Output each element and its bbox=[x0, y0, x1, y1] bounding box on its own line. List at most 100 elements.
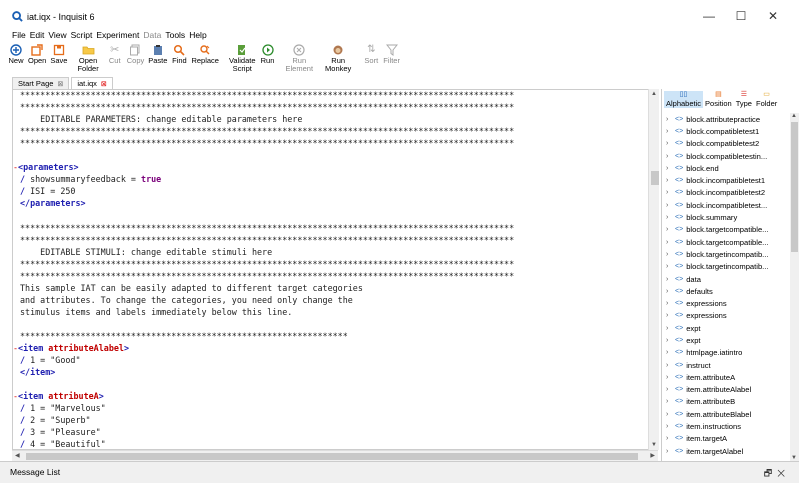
code-line[interactable]: ****************************************… bbox=[20, 258, 514, 270]
tree-item[interactable]: › <> htmlpage.iatintro bbox=[666, 347, 784, 359]
tree-item[interactable]: › <> block.targetincompatib... bbox=[666, 261, 784, 273]
code-line[interactable]: This sample IAT can be easily adapted to… bbox=[20, 282, 514, 294]
code-line[interactable] bbox=[20, 149, 514, 161]
chevron-right-icon[interactable]: › bbox=[666, 362, 675, 369]
code-line[interactable]: / 1 = "Good" bbox=[20, 354, 514, 366]
chevron-right-icon[interactable]: › bbox=[666, 116, 675, 123]
code-line[interactable]: / showsummaryfeedback = true bbox=[20, 173, 514, 185]
tree-item[interactable]: › <> block.targetincompatib... bbox=[666, 248, 784, 260]
element-tree-scroll-thumb[interactable] bbox=[791, 122, 798, 252]
scroll-right-icon[interactable]: ▶ bbox=[650, 452, 655, 459]
chevron-right-icon[interactable]: › bbox=[666, 448, 675, 455]
tree-item[interactable]: › <> block.targetcompatible... bbox=[666, 224, 784, 236]
new-button[interactable]: New bbox=[8, 42, 24, 76]
chevron-right-icon[interactable]: › bbox=[666, 411, 675, 418]
script-editor[interactable]: ****************************************… bbox=[12, 89, 649, 450]
menu-experiment[interactable]: Experiment bbox=[93, 30, 139, 42]
tree-item[interactable]: › <> block.incompatibletest1 bbox=[666, 174, 784, 186]
tree-item[interactable]: › <> block.compatibletest2 bbox=[666, 138, 784, 150]
tree-item[interactable]: › <> defaults bbox=[666, 285, 784, 297]
code-line[interactable]: </item> bbox=[20, 366, 514, 378]
close-tab-icon[interactable]: ⊠ bbox=[101, 80, 107, 88]
chevron-right-icon[interactable]: › bbox=[666, 214, 675, 221]
tab-type[interactable]: ☰ Type bbox=[734, 91, 754, 108]
chevron-right-icon[interactable]: › bbox=[666, 140, 675, 147]
tree-item[interactable]: › <> item.targetAlabel bbox=[666, 445, 784, 457]
chevron-right-icon[interactable]: › bbox=[666, 263, 675, 270]
copy-button[interactable]: Copy bbox=[127, 42, 144, 76]
tab-iat-iqx[interactable]: iat.iqx ⊠ bbox=[71, 77, 113, 89]
sort-button[interactable]: ⇅ Sort bbox=[363, 42, 379, 76]
tree-item[interactable]: › <> data bbox=[666, 273, 784, 285]
tree-item[interactable]: › <> expressions bbox=[666, 297, 784, 309]
tab-folder[interactable]: ▭ Folder bbox=[754, 91, 779, 108]
filter-button[interactable]: Filter bbox=[383, 42, 400, 76]
float-panel-icon[interactable]: 🗗 bbox=[764, 468, 772, 478]
scroll-up-icon[interactable]: ▲ bbox=[651, 91, 657, 97]
chevron-right-icon[interactable]: › bbox=[666, 337, 675, 344]
code-line[interactable]: ****************************************… bbox=[20, 125, 514, 137]
chevron-right-icon[interactable]: › bbox=[666, 153, 675, 160]
code-line[interactable] bbox=[20, 209, 514, 221]
code-line[interactable] bbox=[20, 318, 514, 330]
code-line[interactable]: ****************************************… bbox=[20, 101, 514, 113]
tree-item[interactable]: › <> block.summary bbox=[666, 211, 784, 223]
code-line[interactable]: -<item attributeAlabel> bbox=[13, 342, 514, 354]
code-line[interactable]: and attributes. To change the categories… bbox=[20, 294, 514, 306]
run-monkey-button[interactable]: Run Monkey bbox=[325, 42, 351, 76]
tree-item[interactable]: › <> block.compatibletest1 bbox=[666, 125, 784, 137]
chevron-right-icon[interactable]: › bbox=[666, 189, 675, 196]
editor-horizontal-scroll-thumb[interactable] bbox=[26, 453, 638, 460]
menu-data[interactable]: Data bbox=[140, 30, 161, 42]
chevron-right-icon[interactable]: › bbox=[666, 398, 675, 405]
save-button[interactable]: Save bbox=[50, 42, 67, 76]
tab-alphabetic[interactable]: ▯▯ Alphabetic bbox=[664, 91, 704, 108]
code-line[interactable]: ****************************************… bbox=[20, 234, 514, 246]
cut-button[interactable]: ✂ Cut bbox=[107, 42, 123, 76]
chevron-right-icon[interactable]: › bbox=[666, 325, 675, 332]
minimize-button[interactable]: — bbox=[694, 6, 724, 26]
code-line[interactable]: ****************************************… bbox=[20, 137, 514, 149]
tree-item[interactable]: › <> item.attributeB bbox=[666, 396, 784, 408]
tree-item[interactable]: › <> item.instructions bbox=[666, 420, 784, 432]
chevron-right-icon[interactable]: › bbox=[666, 202, 675, 209]
close-tab-icon[interactable]: ⊠ bbox=[57, 80, 63, 88]
tree-item[interactable]: › <> instruct bbox=[666, 359, 784, 371]
chevron-right-icon[interactable]: › bbox=[666, 288, 675, 295]
code-line[interactable]: / 3 = "Pleasure" bbox=[20, 426, 514, 438]
chevron-right-icon[interactable]: › bbox=[666, 276, 675, 283]
tree-item[interactable]: › <> item.attributeA bbox=[666, 371, 784, 383]
element-tree-scrollbar[interactable]: ▲ ▼ bbox=[790, 113, 799, 461]
run-element-button[interactable]: Run Element bbox=[286, 42, 313, 76]
scroll-left-icon[interactable]: ◀ bbox=[15, 452, 20, 459]
scroll-up-icon[interactable]: ▲ bbox=[791, 113, 797, 119]
run-button[interactable]: Run bbox=[260, 42, 276, 76]
tree-item[interactable]: › <> item.attributeAlabel bbox=[666, 384, 784, 396]
menu-tools[interactable]: Tools bbox=[162, 30, 185, 42]
chevron-right-icon[interactable]: › bbox=[666, 386, 675, 393]
menu-file[interactable]: File bbox=[0, 30, 26, 42]
tab-position[interactable]: ▤ Position bbox=[703, 91, 734, 108]
scroll-down-icon[interactable]: ▼ bbox=[651, 442, 657, 448]
tree-item[interactable]: › <> block.compatibletestin... bbox=[666, 150, 784, 162]
tree-item[interactable]: › <> item.attributeBlabel bbox=[666, 408, 784, 420]
open-folder-button[interactable]: Open Folder bbox=[77, 42, 99, 76]
chevron-right-icon[interactable]: › bbox=[666, 374, 675, 381]
editor-horizontal-scrollbar[interactable]: ◀ ▶ bbox=[12, 450, 658, 461]
editor-vertical-scroll-thumb[interactable] bbox=[651, 171, 659, 185]
code-line[interactable]: -<parameters> bbox=[13, 161, 514, 173]
chevron-right-icon[interactable]: › bbox=[666, 239, 675, 246]
code-line[interactable]: / 4 = "Beautiful" bbox=[20, 438, 514, 449]
tree-item[interactable]: › <> expressions bbox=[666, 310, 784, 322]
validate-script-button[interactable]: Validate Script bbox=[229, 42, 256, 76]
chevron-right-icon[interactable]: › bbox=[666, 165, 675, 172]
chevron-right-icon[interactable]: › bbox=[666, 177, 675, 184]
editor-vertical-scrollbar[interactable]: ▲ ▼ bbox=[648, 89, 659, 450]
maximize-button[interactable]: ☐ bbox=[726, 6, 756, 26]
menu-script[interactable]: Script bbox=[68, 30, 93, 42]
code-line[interactable]: / ISI = 250 bbox=[20, 185, 514, 197]
code-line[interactable]: ****************************************… bbox=[20, 90, 514, 101]
replace-button[interactable]: Replace bbox=[191, 42, 219, 76]
chevron-right-icon[interactable]: › bbox=[666, 349, 675, 356]
tree-item[interactable]: › <> block.incompatibletest... bbox=[666, 199, 784, 211]
